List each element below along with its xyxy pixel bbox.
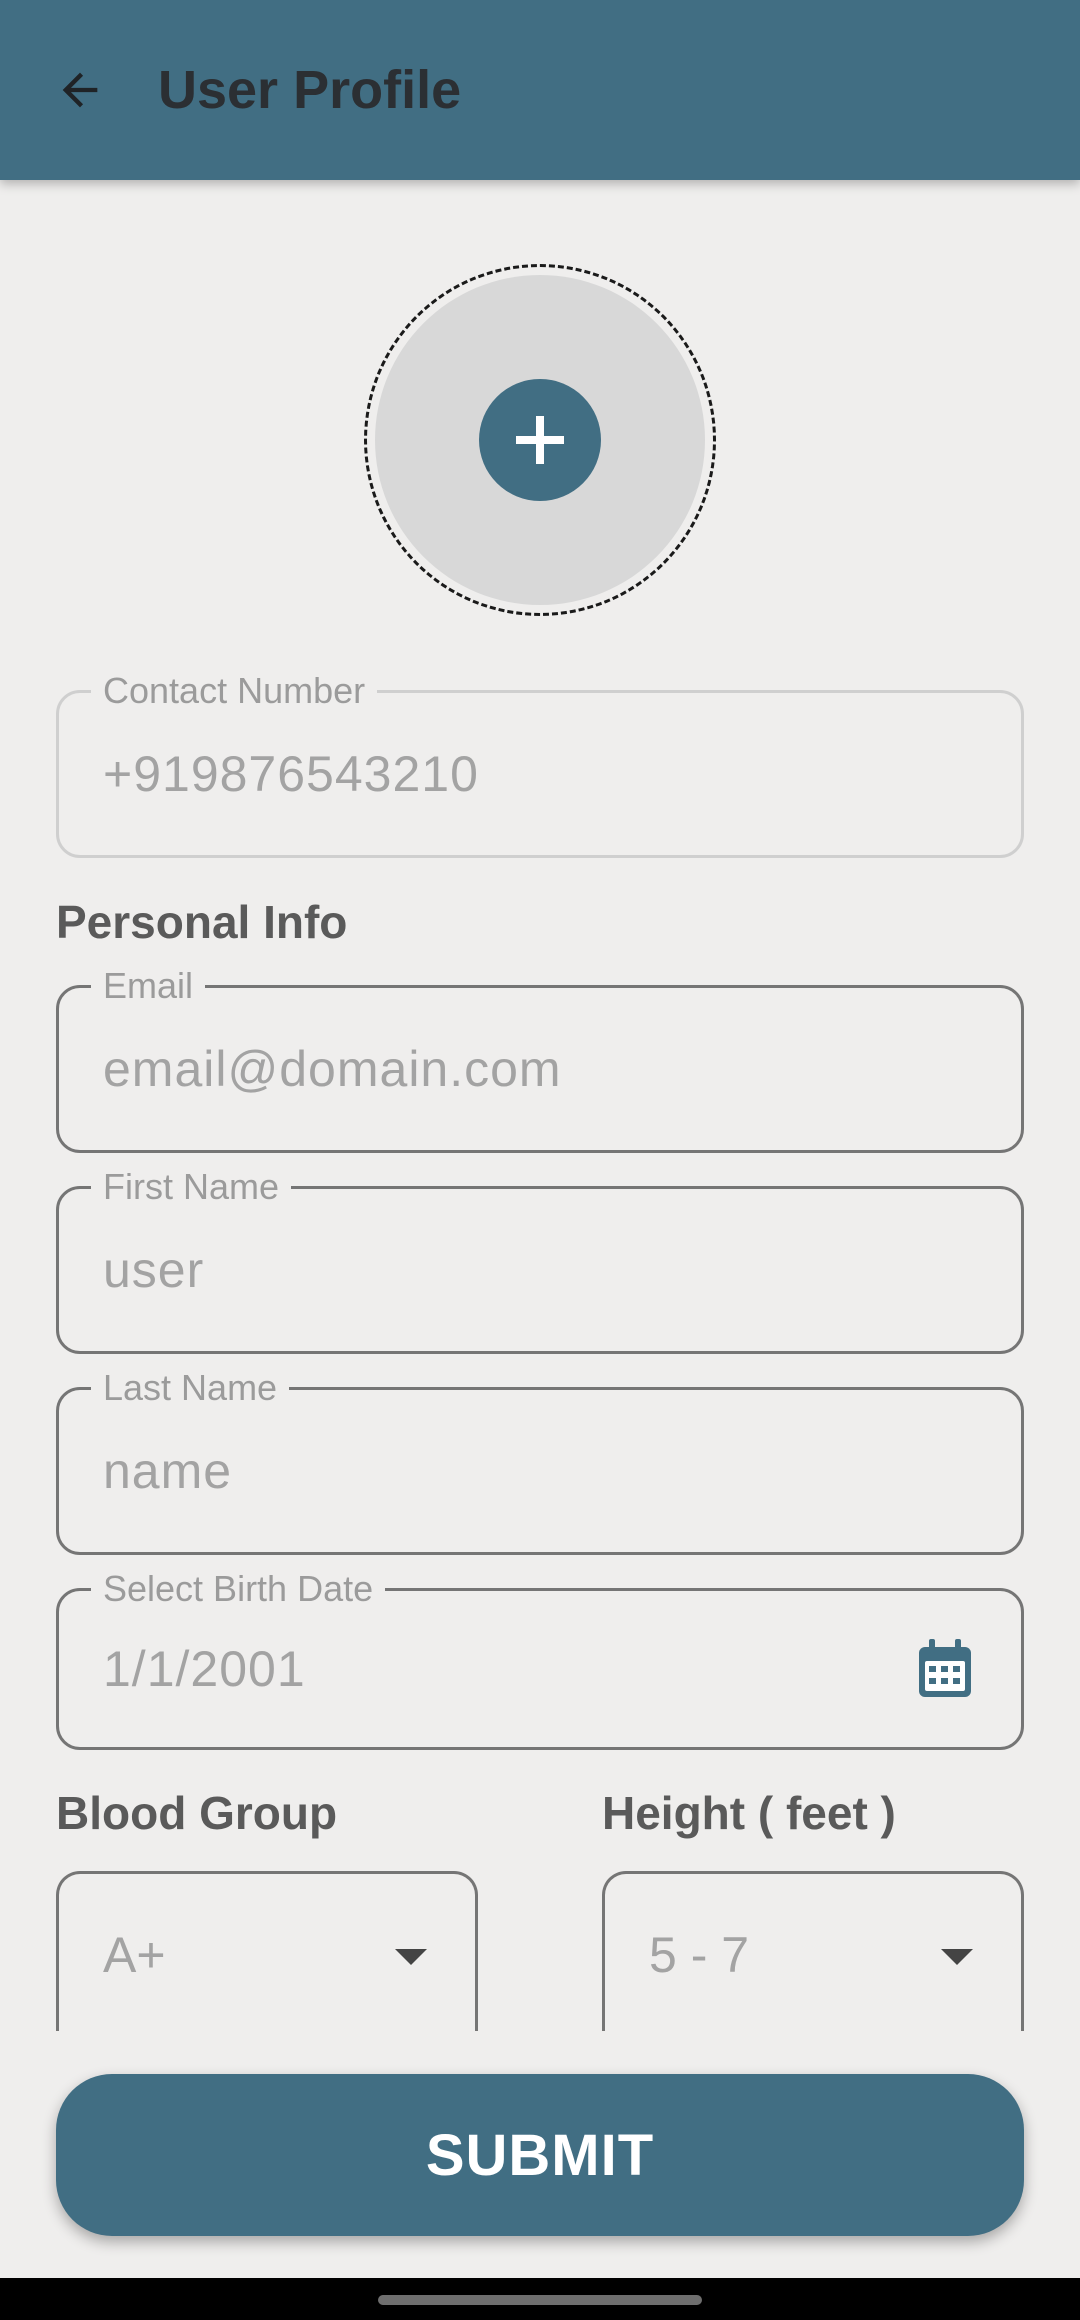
email-input[interactable]: email@domain.com [103, 1040, 562, 1098]
submit-button[interactable]: SUBMIT [56, 2074, 1024, 2236]
birth-date-label: Select Birth Date [91, 1567, 386, 1611]
blood-group-heading: Blood Group [56, 1787, 338, 1839]
calendar-icon[interactable] [917, 1639, 973, 1699]
height-heading: Height ( feet ) [602, 1787, 896, 1839]
email-field[interactable]: Email email@domain.com [56, 964, 1024, 1153]
email-label: Email [91, 964, 206, 1008]
contact-number-field: Contact Number +919876543210 [56, 669, 1024, 858]
contact-number-value: +919876543210 [103, 746, 479, 802]
last-name-field[interactable]: Last Name name [56, 1366, 1024, 1555]
home-gesture-handle[interactable] [378, 2295, 702, 2305]
arrow-left-icon [62, 72, 98, 108]
first-name-input[interactable]: user [103, 1241, 204, 1299]
personal-info-heading: Personal Info [56, 896, 348, 948]
blood-group-selected: A+ [103, 1927, 166, 1983]
caret-down-icon [395, 1949, 427, 1965]
page-title: User Profile [158, 60, 462, 120]
plus-icon [516, 416, 564, 464]
back-button[interactable] [40, 50, 120, 130]
blood-group-dropdown[interactable]: A+ [56, 1871, 478, 2031]
app-bar: User Profile [0, 0, 1080, 180]
height-selected: 5 - 7 [649, 1927, 750, 1983]
height-dropdown[interactable]: 5 - 7 [602, 1871, 1024, 2031]
last-name-input[interactable]: name [103, 1442, 232, 1500]
first-name-field[interactable]: First Name user [56, 1165, 1024, 1354]
birth-date-value[interactable]: 1/1/2001 [103, 1640, 306, 1698]
contact-number-label: Contact Number [91, 669, 378, 713]
last-name-label: Last Name [91, 1366, 290, 1410]
add-photo-button[interactable] [479, 379, 601, 501]
birth-date-field[interactable]: Select Birth Date 1/1/2001 [56, 1567, 1024, 1750]
first-name-label: First Name [91, 1165, 292, 1209]
caret-down-icon [941, 1949, 973, 1965]
